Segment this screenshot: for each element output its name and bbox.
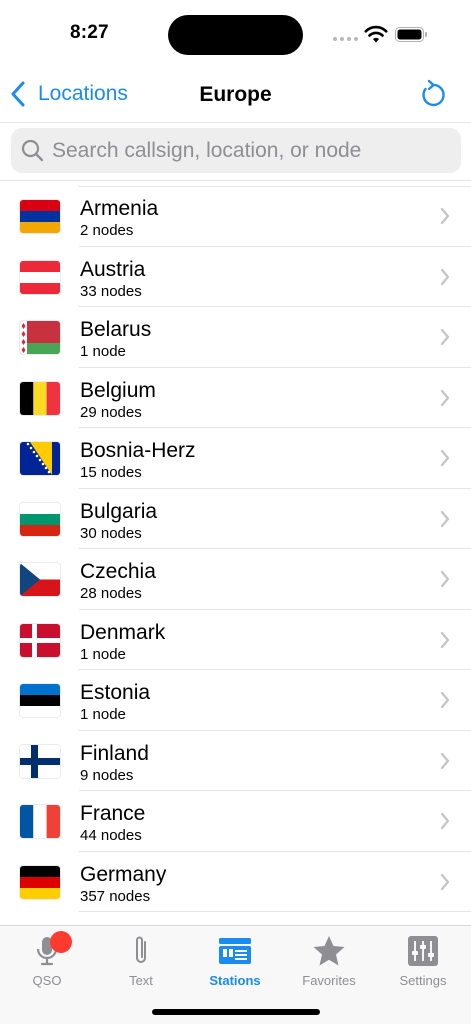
country-name: Estonia — [80, 681, 151, 704]
country-row-czechia[interactable]: Czechia 28 nodes — [0, 549, 471, 610]
tab-label: Settings — [399, 973, 447, 988]
search-input[interactable] — [52, 138, 442, 163]
country-name: Denmark — [80, 620, 166, 644]
chevron-right-icon — [440, 873, 450, 890]
chevron-right-icon — [440, 449, 450, 467]
bosnia-flag-icon — [20, 442, 60, 475]
finland-flag-icon — [20, 744, 60, 778]
country-row-bulgaria[interactable]: Bulgaria 30 nodes — [0, 489, 471, 549]
tab-label: QSO — [32, 973, 62, 988]
country-row-armenia[interactable]: Armenia 2 nodes — [0, 186, 471, 247]
country-row-estonia[interactable]: Estonia 1 node — [0, 670, 471, 731]
country-name: Czechia — [80, 560, 156, 583]
paperclip-icon — [136, 936, 146, 963]
wifi-icon — [364, 25, 388, 43]
tab-label: Stations — [209, 973, 261, 988]
divider — [0, 180, 471, 181]
node-count: 33 nodes — [80, 282, 142, 300]
tab-label: Favorites — [302, 973, 356, 988]
chevron-right-icon — [440, 207, 450, 225]
denmark-flag-icon — [20, 623, 60, 657]
country-row-bosnia[interactable]: Bosnia-Herz 15 nodes — [0, 428, 471, 489]
star-icon — [313, 936, 345, 966]
country-name: Bulgaria — [80, 499, 158, 523]
node-count: 44 nodes — [80, 827, 142, 844]
country-name: Belgium — [80, 378, 156, 402]
stations-icon — [219, 938, 251, 964]
bulgaria-flag-icon — [20, 502, 60, 536]
belarus-flag-icon — [20, 321, 60, 354]
czechia-flag-icon — [20, 563, 60, 596]
tab-stations[interactable]: Stations — [188, 934, 282, 988]
country-row-germany[interactable]: Germany 357 nodes — [0, 852, 471, 912]
tab-favorites[interactable]: Favorites — [282, 934, 376, 988]
node-count: 29 nodes — [80, 403, 142, 421]
search-bar[interactable] — [11, 128, 461, 173]
status-time: 8:27 — [70, 22, 109, 43]
refresh-icon[interactable] — [419, 79, 447, 109]
node-count: 15 nodes — [80, 464, 142, 481]
chevron-right-icon — [440, 389, 450, 406]
chevron-right-icon — [440, 812, 450, 830]
country-row-france[interactable]: France 44 nodes — [0, 791, 471, 852]
page-title: Europe — [199, 83, 272, 106]
cellular-signal-icon — [333, 37, 358, 41]
country-name: Armenia — [80, 197, 159, 220]
estonia-flag-icon — [20, 684, 60, 717]
country-row-belgium[interactable]: Belgium 29 nodes — [0, 368, 471, 428]
chevron-right-icon — [440, 510, 450, 527]
chevron-right-icon — [440, 268, 450, 285]
austria-flag-icon — [20, 260, 60, 294]
country-name: Bosnia-Herz — [80, 439, 196, 462]
tab-text[interactable]: Text — [94, 934, 188, 988]
battery-icon — [395, 27, 427, 42]
germany-flag-icon — [20, 865, 60, 899]
country-name: Austria — [80, 257, 146, 281]
chevron-right-icon — [440, 631, 450, 648]
chevron-right-icon — [440, 570, 450, 588]
country-name: Belarus — [80, 318, 152, 341]
armenia-flag-icon — [20, 200, 60, 233]
country-name: France — [80, 802, 146, 825]
search-icon — [21, 139, 44, 162]
country-row-austria[interactable]: Austria 33 nodes — [0, 247, 471, 307]
country-row-belarus[interactable]: Belarus 1 node — [0, 307, 471, 368]
chevron-right-icon — [440, 328, 450, 346]
node-count: 1 node — [80, 706, 126, 723]
node-count: 1 node — [80, 343, 126, 360]
status-bar: 8:27 — [0, 0, 471, 70]
country-name: Finland — [80, 741, 149, 765]
node-count: 1 node — [80, 645, 126, 663]
chevron-right-icon — [440, 691, 450, 709]
sliders-icon — [408, 936, 438, 966]
tab-qso[interactable]: QSO — [0, 931, 94, 988]
notification-badge — [50, 931, 72, 953]
node-count: 30 nodes — [80, 524, 142, 542]
node-count: 357 nodes — [80, 887, 151, 905]
divider — [79, 911, 471, 912]
tab-settings[interactable]: Settings — [376, 934, 470, 988]
tab-label: Text — [129, 973, 153, 988]
country-row-denmark[interactable]: Denmark 1 node — [0, 610, 471, 670]
home-indicator — [152, 1009, 320, 1015]
node-count: 9 nodes — [80, 766, 134, 784]
navigation-bar: Locations Europe — [0, 70, 471, 123]
node-count: 28 nodes — [80, 585, 142, 602]
country-row-finland[interactable]: Finland 9 nodes — [0, 731, 471, 791]
country-name: Germany — [80, 862, 167, 886]
france-flag-icon — [20, 805, 60, 838]
country-list: Armenia 2 nodes Austria 33 nodes Belarus 1 no… — [0, 186, 471, 912]
belgium-flag-icon — [20, 381, 60, 415]
chevron-right-icon — [440, 752, 450, 769]
dynamic-island — [168, 15, 303, 55]
node-count: 2 nodes — [80, 222, 134, 239]
